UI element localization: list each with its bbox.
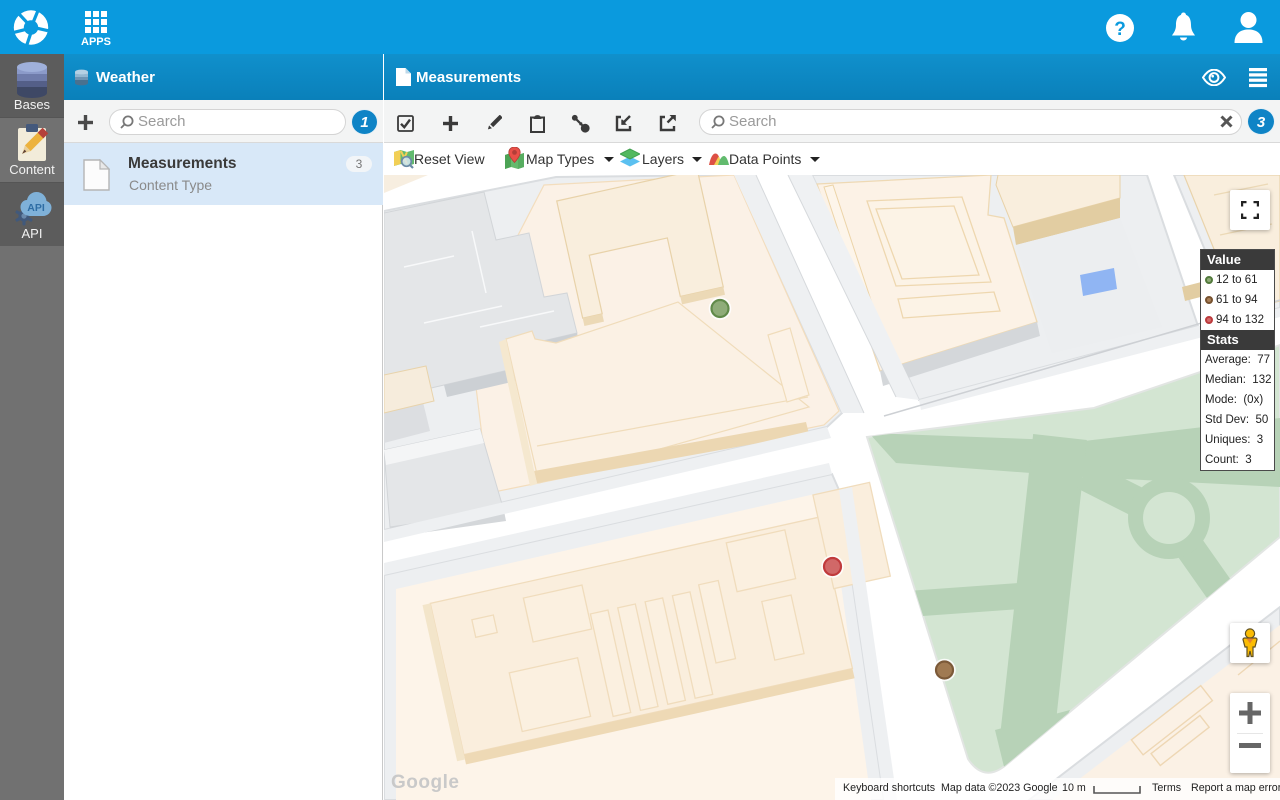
svg-text:API: API — [27, 202, 45, 214]
svg-text:?: ? — [1114, 19, 1126, 40]
